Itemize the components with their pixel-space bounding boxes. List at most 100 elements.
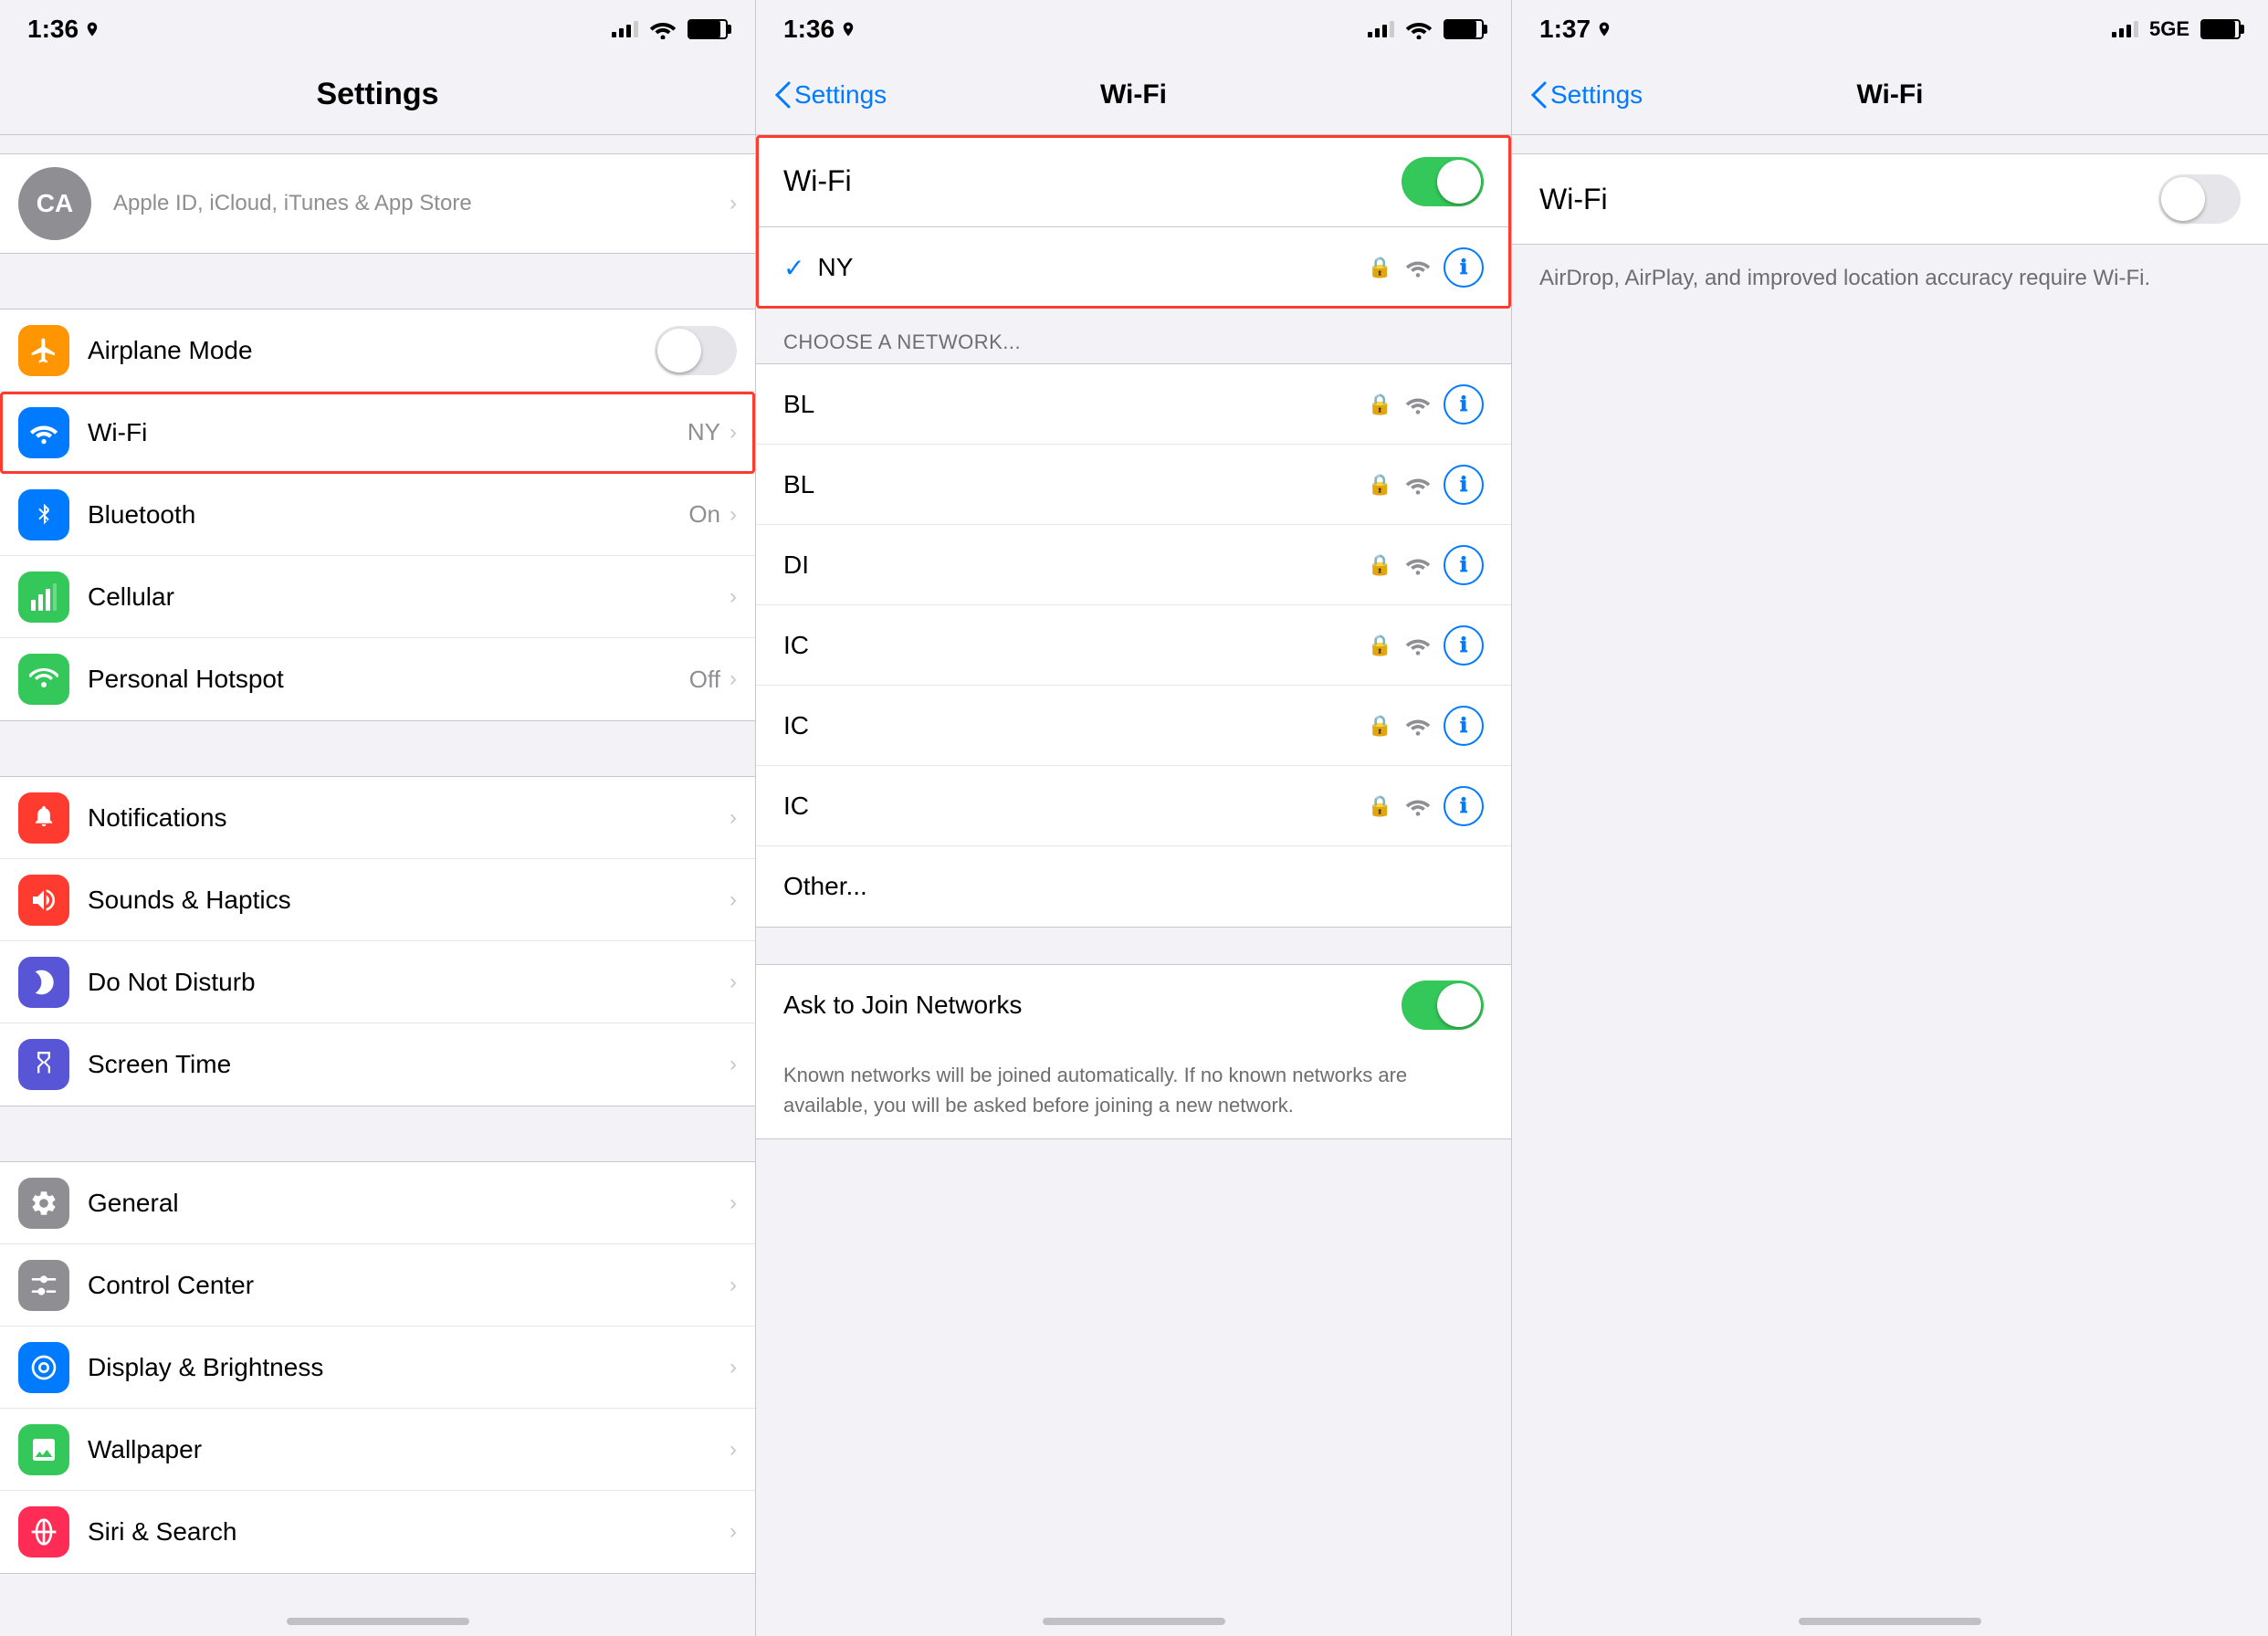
airplane-mode-toggle[interactable] [655, 326, 737, 375]
hotspot-label: Personal Hotspot [88, 665, 689, 694]
wifi-bl2 [1405, 475, 1431, 495]
general-item[interactable]: General › [0, 1162, 755, 1244]
network-ic2-icons: 🔒 ℹ [1368, 706, 1484, 746]
controlcenter-icon [18, 1260, 69, 1311]
info-ic2[interactable]: ℹ [1444, 706, 1484, 746]
status-bar-right: 1:37 5GE [1512, 0, 2268, 55]
home-indicator-right [1799, 1618, 1981, 1625]
network-di-name: DI [783, 551, 1368, 580]
mbar2 [1375, 28, 1380, 37]
ask-join-toggle[interactable] [1402, 981, 1484, 1030]
network-ic2-name: IC [783, 711, 1368, 740]
status-icons-right: 5GE [2112, 17, 2241, 41]
sounds-chevron: › [730, 887, 737, 913]
siri-svg [29, 1517, 58, 1547]
bluetooth-svg [33, 499, 55, 530]
airplane-mode-icon [18, 325, 69, 376]
network-bl2[interactable]: BL 🔒 ℹ [756, 445, 1511, 525]
screentime-item[interactable]: Screen Time › [0, 1023, 755, 1106]
donotdisturb-chevron: › [730, 970, 737, 995]
back-button-middle[interactable]: Settings [774, 80, 887, 110]
wifi-main-toggle[interactable] [1402, 157, 1484, 206]
wifi-settings-icon [18, 407, 69, 458]
hotspot-svg [29, 665, 58, 694]
siri-item[interactable]: Siri & Search › [0, 1491, 755, 1573]
general-icon [18, 1178, 69, 1229]
wifi-signal-current [1405, 257, 1431, 278]
wifi-page-title: Wi-Fi [1100, 79, 1167, 110]
siri-label: Siri & Search [88, 1517, 730, 1547]
wifi-icon-left [649, 19, 677, 39]
battery-icon-right [2200, 19, 2241, 39]
network-ic3[interactable]: IC 🔒 ℹ [756, 766, 1511, 846]
network-di-icons: 🔒 ℹ [1368, 545, 1484, 585]
info-di[interactable]: ℹ [1444, 545, 1484, 585]
notifications-item[interactable]: Notifications › [0, 777, 755, 859]
info-ic3[interactable]: ℹ [1444, 786, 1484, 826]
wifi-bl1 [1405, 394, 1431, 414]
sounds-svg [29, 886, 58, 915]
wifi-value: NY [688, 418, 720, 446]
other-network-item[interactable]: Other... [756, 846, 1511, 927]
notifications-icon [18, 792, 69, 844]
right-wifi-main-toggle[interactable] [2158, 174, 2241, 224]
signal-bars-right [2112, 21, 2138, 37]
info-bl2[interactable]: ℹ [1444, 465, 1484, 505]
info-bl1[interactable]: ℹ [1444, 384, 1484, 425]
cellular-item[interactable]: Cellular › [0, 556, 755, 638]
donotdisturb-item[interactable]: Do Not Disturb › [0, 941, 755, 1023]
photo-svg [29, 1435, 58, 1464]
hotspot-item[interactable]: Personal Hotspot Off › [0, 638, 755, 720]
wifi-off-panel: 1:37 5GE Settings Wi-Fi Wi-Fi [1512, 0, 2268, 1636]
sounds-item[interactable]: Sounds & Haptics › [0, 859, 755, 941]
network-ic1[interactable]: IC 🔒 ℹ [756, 605, 1511, 686]
back-chevron-middle [774, 81, 791, 109]
current-network-icons: 🔒 ℹ [1368, 247, 1484, 288]
network-bl2-icons: 🔒 ℹ [1368, 465, 1484, 505]
moon-svg [29, 968, 58, 997]
ask-join-row[interactable]: Ask to Join Networks [756, 965, 1511, 1045]
airplane-mode-label: Airplane Mode [88, 336, 655, 365]
wifi-label: Wi-Fi [88, 418, 688, 447]
info-ic1[interactable]: ℹ [1444, 625, 1484, 666]
checkmark-icon: ✓ [783, 253, 804, 283]
wallpaper-chevron: › [730, 1437, 737, 1463]
donotdisturb-label: Do Not Disturb [88, 968, 730, 997]
airplane-mode-item[interactable]: Airplane Mode [0, 309, 755, 392]
user-profile[interactable]: CA Apple ID, iCloud, iTunes & App Store … [0, 153, 755, 254]
right-wifi-toggle-row[interactable]: Wi-Fi [1512, 153, 2268, 245]
back-chevron-right [1530, 81, 1547, 109]
sounds-label: Sounds & Haptics [88, 886, 730, 915]
hotspot-chevron: › [730, 666, 737, 692]
display-svg [29, 1353, 58, 1382]
lock-ic3: 🔒 [1368, 794, 1392, 818]
network-bl1[interactable]: BL 🔒 ℹ [756, 364, 1511, 445]
bluetooth-value: On [688, 500, 720, 529]
rbar4 [2134, 21, 2138, 37]
bluetooth-icon [18, 489, 69, 540]
lock-bl1: 🔒 [1368, 393, 1392, 416]
network-ic2[interactable]: IC 🔒 ℹ [756, 686, 1511, 766]
networks-section: BL 🔒 ℹ BL 🔒 ℹ [756, 363, 1511, 928]
current-network-item[interactable]: ✓ NY 🔒 ℹ [756, 227, 1511, 308]
controlcenter-item[interactable]: Control Center › [0, 1244, 755, 1327]
wallpaper-icon [18, 1424, 69, 1475]
wifi-toggle-row[interactable]: Wi-Fi [756, 136, 1511, 227]
wifi-info-text: AirDrop, AirPlay, and improved location … [1512, 245, 2268, 312]
cellular-label: Cellular [88, 582, 730, 612]
wallpaper-item[interactable]: Wallpaper › [0, 1409, 755, 1491]
wifi-item[interactable]: Wi-Fi NY › [0, 392, 755, 474]
display-item[interactable]: Display & Brightness › [0, 1327, 755, 1409]
bluetooth-item[interactable]: Bluetooth On › [0, 474, 755, 556]
network-di[interactable]: DI 🔒 ℹ [756, 525, 1511, 605]
notifications-chevron: › [730, 805, 737, 831]
wifi-toggle-label: Wi-Fi [783, 164, 1402, 198]
separator-1 [0, 254, 755, 290]
back-button-right[interactable]: Settings [1530, 80, 1643, 110]
info-btn-current[interactable]: ℹ [1444, 247, 1484, 288]
lock-ic1: 🔒 [1368, 634, 1392, 657]
display-label: Display & Brightness [88, 1353, 730, 1382]
nav-bar-right: Settings Wi-Fi [1512, 55, 2268, 135]
wifi-ic3 [1405, 796, 1431, 816]
cellular-chevron: › [730, 584, 737, 610]
